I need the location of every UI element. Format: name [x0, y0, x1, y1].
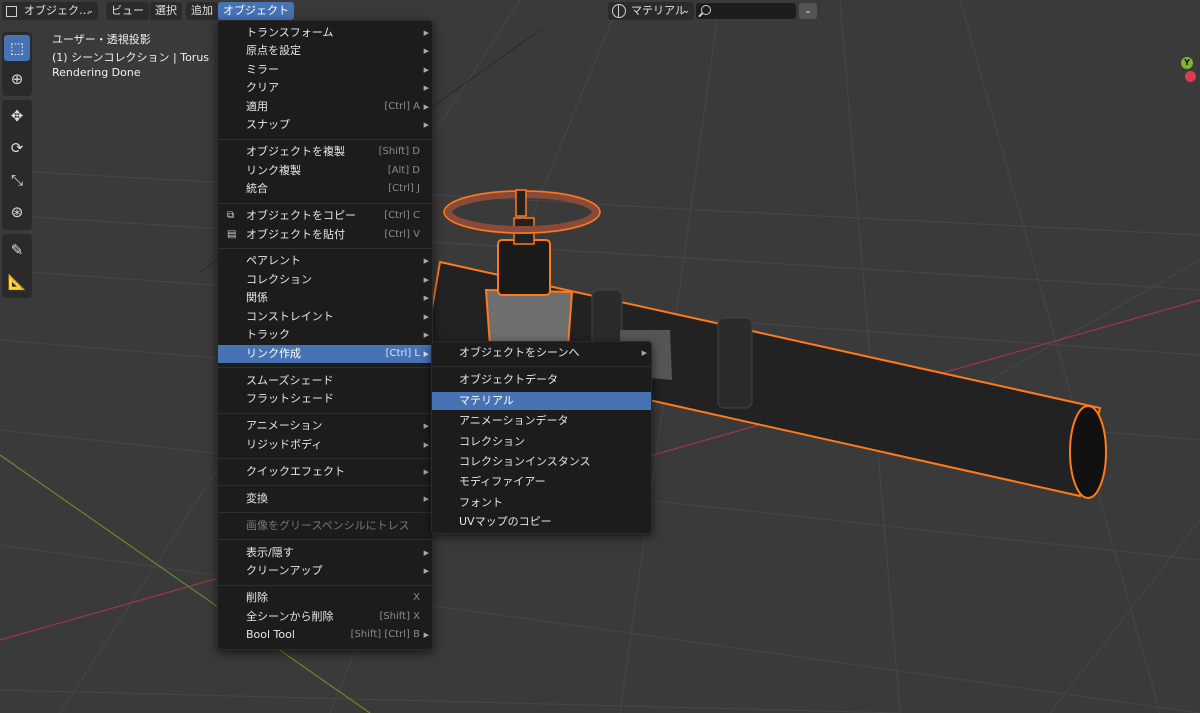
object-mode-icon	[6, 6, 17, 17]
toolbar-group-select: ⬚ ⊕	[2, 32, 32, 96]
menu-item-duplicate[interactable]: オブジェクトを複製 [Shift] D	[218, 143, 432, 161]
link-type-dropdown[interactable]: マテリアル ⌄	[608, 2, 694, 20]
menu-item-relations[interactable]: 関係 ▶	[218, 289, 432, 307]
menu-item-quick-effects[interactable]: クイックエフェクト ▶	[218, 463, 432, 481]
rotate-icon[interactable]: ⟳	[4, 135, 30, 161]
measure-icon[interactable]: 📐	[4, 269, 30, 295]
submenu-item-collections[interactable]: コレクション	[432, 433, 651, 451]
submenu-item-instance-collections[interactable]: コレクションインスタンス	[432, 453, 651, 471]
link-transfer-submenu: オブジェクトをシーンへ ▶ オブジェクトデータ マテリアル アニメーションデータ …	[431, 341, 652, 534]
move-icon[interactable]: ✥	[4, 103, 30, 129]
select-box-icon[interactable]: ⬚	[4, 35, 30, 61]
object-menu: トランスフォーム ▶ 原点を設定 ▶ ミラー ▶ クリア ▶ 適用 [Ctrl] A ▶ ス…	[217, 20, 433, 650]
menu-object[interactable]: オブジェクト	[218, 2, 294, 20]
menu-item-transform[interactable]: トランスフォーム ▶	[218, 24, 432, 42]
mode-dropdown[interactable]: オブジェク… ⌄	[2, 2, 98, 20]
submenu-item-object-data[interactable]: オブジェクトデータ	[432, 371, 651, 389]
chevron-down-icon: ⌄	[86, 6, 94, 16]
menu-item-delete-globally[interactable]: 全シーンから削除 [Shift] X	[218, 608, 432, 626]
menu-add[interactable]: 追加	[186, 2, 218, 20]
submenu-item-fonts[interactable]: フォント	[432, 494, 651, 512]
transform-icon[interactable]: ⊛	[4, 199, 30, 225]
link-type-label: マテリアル	[631, 4, 686, 17]
menu-item-rigid-body[interactable]: リジッドボディ ▶	[218, 436, 432, 454]
menu-item-convert[interactable]: 変換 ▶	[218, 490, 432, 508]
search-input[interactable]	[696, 3, 796, 19]
menu-item-shade-flat[interactable]: フラットシェード	[218, 390, 432, 408]
globe-icon	[612, 4, 626, 18]
gizmo-x-axis[interactable]	[1185, 71, 1196, 82]
toolbar-group-transform: ✥ ⟳ ⤡ ⊛	[2, 100, 32, 230]
menu-item-link-transfer[interactable]: リンク作成 [Ctrl] L ▶	[218, 345, 432, 363]
search-options-button[interactable]: ⌄	[799, 3, 817, 19]
view-perspective-label: ユーザー・透視投影	[52, 33, 151, 46]
cursor-icon[interactable]: ⊕	[4, 66, 30, 92]
annotate-icon[interactable]: ✎	[4, 237, 30, 263]
render-status: Rendering Done	[52, 66, 141, 79]
submenu-item-materials[interactable]: マテリアル	[432, 392, 651, 410]
menu-item-animation[interactable]: アニメーション ▶	[218, 417, 432, 435]
menu-item-clear[interactable]: クリア ▶	[218, 79, 432, 97]
menu-item-snap[interactable]: スナップ ▶	[218, 116, 432, 134]
chevron-down-icon: ⌄	[682, 6, 690, 16]
submenu-item-modifiers[interactable]: モディファイアー	[432, 473, 651, 491]
scale-icon[interactable]: ⤡	[4, 167, 30, 193]
menu-item-track[interactable]: トラック ▶	[218, 326, 432, 344]
mode-label: オブジェク…	[24, 4, 90, 17]
search-icon	[701, 5, 711, 15]
menu-item-delete[interactable]: 削除 X	[218, 589, 432, 607]
submenu-item-animation-data[interactable]: アニメーションデータ	[432, 412, 651, 430]
menu-select[interactable]: 選択	[150, 2, 182, 20]
menu-item-bool-tool[interactable]: Bool Tool [Shift] [Ctrl] B ▶	[218, 626, 432, 644]
toolbar-group-annotate: ✎ 📐	[2, 234, 32, 298]
menu-item-duplicate-linked[interactable]: リンク複製 [Alt] D	[218, 162, 432, 180]
menu-item-constraint[interactable]: コンストレイント ▶	[218, 308, 432, 326]
copy-icon: ⧉	[227, 210, 235, 221]
viewport-header: オブジェク… ⌄ ビュー 選択 追加 オブジェクト マテリアル ⌄ ⌄	[0, 0, 1200, 22]
menu-item-trace-image: 画像をグリースペンシルにトレス	[246, 519, 410, 532]
menu-item-show-hide[interactable]: 表示/隠す ▶	[218, 544, 432, 562]
menu-view[interactable]: ビュー	[106, 2, 149, 20]
menu-item-clean-up[interactable]: クリーンアップ ▶	[218, 562, 432, 580]
menu-item-join[interactable]: 統合 [Ctrl] J	[218, 180, 432, 198]
menu-item-mirror[interactable]: ミラー ▶	[218, 61, 432, 79]
gizmo-y-axis[interactable]: Y	[1181, 57, 1193, 69]
menu-item-paste-objects[interactable]: ▤ オブジェクトを貼付 [Ctrl] V	[218, 226, 432, 244]
menu-item-apply[interactable]: 適用 [Ctrl] A ▶	[218, 98, 432, 116]
menu-item-copy-objects[interactable]: ⧉ オブジェクトをコピー [Ctrl] C	[218, 207, 432, 225]
menu-item-set-origin[interactable]: 原点を設定 ▶	[218, 42, 432, 60]
submenu-item-copy-uv-maps[interactable]: UVマップのコピー	[432, 513, 651, 531]
chevron-down-icon: ⌄	[804, 6, 812, 16]
menu-item-parent[interactable]: ペアレント ▶	[218, 252, 432, 270]
paste-icon: ▤	[227, 229, 237, 240]
submenu-item-link-to-scene[interactable]: オブジェクトをシーンへ ▶	[432, 344, 651, 362]
menu-item-collection[interactable]: コレクション ▶	[218, 271, 432, 289]
menu-item-shade-smooth[interactable]: スムーズシェード	[218, 372, 432, 390]
collection-info: (1) シーンコレクション | Torus	[52, 51, 210, 64]
